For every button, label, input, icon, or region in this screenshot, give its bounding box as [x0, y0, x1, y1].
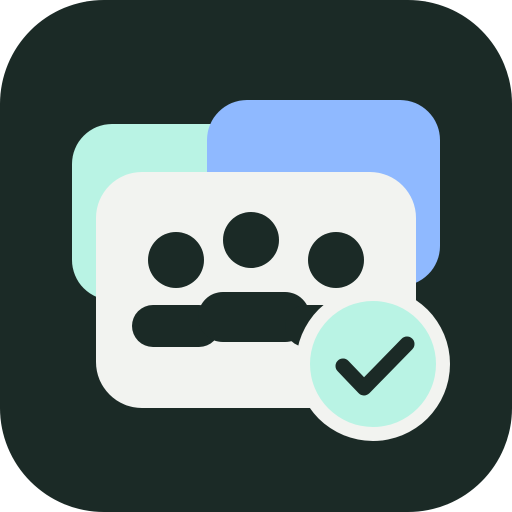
person-head-left — [148, 232, 204, 288]
group-chat-check-icon — [0, 0, 512, 512]
person-head-center — [223, 212, 279, 268]
app-icon-stage — [0, 0, 512, 512]
person-head-right — [308, 232, 364, 288]
check-badge — [310, 301, 436, 427]
